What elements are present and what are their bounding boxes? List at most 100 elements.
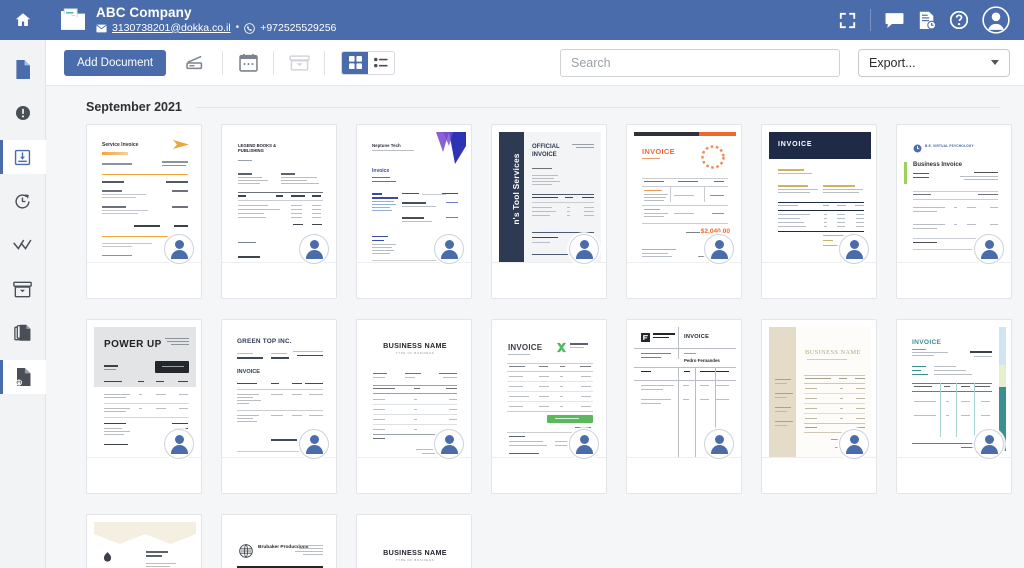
document-thumbnail: Brubaker Productions [229, 522, 331, 568]
company-contact: 3130738201@dokka.co.il • +972525529256 [96, 21, 336, 34]
doc-title: B.E. VIRTUAL PSYCHOLOGY [925, 144, 974, 148]
card-footer [627, 262, 741, 298]
toolbar-divider-1 [222, 50, 224, 75]
doc-title: Service Invoice [102, 142, 139, 148]
avatar [974, 234, 1004, 264]
sidebar-item-home[interactable] [0, 0, 46, 40]
archive-button[interactable] [282, 48, 316, 78]
contact-separator: • [235, 21, 240, 33]
doc-subtitle: Business Invoice [913, 162, 963, 168]
doc-title: Neptune Tech [372, 143, 401, 148]
doc-logo-icon [701, 145, 725, 169]
card-footer [87, 262, 201, 298]
document-card[interactable]: BUSINESS NAME TYPE OF BUSINESS [356, 514, 472, 568]
header-divider [870, 9, 871, 31]
export-label: Export... [869, 55, 916, 70]
document-card[interactable]: BUSINESS NAME TYPE OF BUSINESS [356, 319, 472, 494]
sidebar-item-copies[interactable] [0, 316, 46, 350]
doc-title: INVOICE [912, 339, 942, 346]
sidebar-item-locked-documents[interactable] [0, 360, 46, 394]
documents-grid: Service Invoice LEGEND BOOKS & PUBLISHIN… [70, 124, 1012, 568]
doc-title: INVOICE [508, 343, 543, 352]
group-label: September 2021 [86, 100, 182, 114]
export-dropdown[interactable]: Export... [858, 48, 1010, 77]
doc-logo-icon [641, 333, 650, 342]
doc-title: INVOICE [778, 141, 813, 148]
document-card[interactable]: LEGEND BOOKS & PUBLISHING [221, 124, 337, 299]
activity-log-icon[interactable] [918, 11, 936, 30]
card-footer [492, 457, 606, 493]
doc-title: GREEN TOP INC. [237, 338, 292, 345]
document-card[interactable]: INVOICE [491, 319, 607, 494]
document-card[interactable]: INVOICE [896, 319, 1012, 494]
whatsapp-icon [244, 22, 255, 34]
document-card[interactable]: n's Tool Services OFFICIAL INVOICE [491, 124, 607, 299]
doc-title: INVOICE [684, 334, 710, 340]
document-card[interactable]: INVOICE Pedro Fernandes [626, 319, 742, 494]
avatar [164, 234, 194, 264]
document-card[interactable]: B.E. VIRTUAL PSYCHOLOGY Business Invoice [896, 124, 1012, 299]
document-card[interactable]: INVOICE [761, 124, 877, 299]
doc-heading-2: INVOICE [532, 152, 557, 158]
sidebar-item-archive[interactable] [0, 272, 46, 306]
help-icon[interactable] [950, 11, 968, 29]
document-card[interactable]: Neptune Tech Invoice [356, 124, 472, 299]
card-footer [87, 457, 201, 493]
double-check-icon [12, 239, 31, 250]
document-card[interactable]: Brubaker Productions [221, 514, 337, 568]
search-input[interactable] [560, 48, 840, 77]
avatar [704, 429, 734, 459]
doc-recipient: Pedro Fernandes [684, 358, 720, 363]
document-lock-icon [15, 368, 30, 386]
alert-circle-icon [15, 106, 30, 120]
doc-subtitle: Invoice [372, 168, 390, 174]
card-footer [762, 262, 876, 298]
doc-title: BUSINESS NAME [383, 341, 447, 350]
user-avatar-icon[interactable] [982, 6, 1010, 34]
document-card[interactable]: INVOICE [86, 514, 202, 568]
calendar-button[interactable] [231, 48, 265, 78]
avatar [434, 234, 464, 264]
card-footer [357, 262, 471, 298]
avatar [704, 234, 734, 264]
card-footer [897, 262, 1011, 298]
documents-content-pane: September 2021 Service Invoice LEGEND BO… [46, 86, 1024, 568]
doc-title: BUSINESS NAME [805, 349, 861, 356]
top-header-bar: ABC Company 3130738201@dokka.co.il • +97… [46, 0, 1024, 40]
doc-logo-icon [556, 342, 567, 353]
grid-view-icon [348, 56, 362, 69]
document-card[interactable]: POWER UP [86, 319, 202, 494]
document-card[interactable]: GREEN TOP INC. INVOICE [221, 319, 337, 494]
avatar [164, 429, 194, 459]
scanner-button[interactable] [180, 48, 214, 78]
archive-tray-icon [288, 54, 310, 71]
document-card[interactable]: Service Invoice [86, 124, 202, 299]
chevron-down-icon [991, 60, 999, 65]
document-card[interactable]: INVOICE [626, 124, 742, 299]
card-footer [762, 457, 876, 493]
clock-refresh-icon [15, 193, 30, 209]
company-email[interactable]: 3130738201@dokka.co.il [112, 22, 231, 34]
scanner-icon [186, 55, 203, 69]
sidebar-item-approved[interactable] [0, 228, 46, 262]
avatar [839, 429, 869, 459]
list-view-icon [374, 57, 388, 67]
fullscreen-icon[interactable] [839, 12, 856, 29]
add-document-button[interactable]: Add Document [64, 49, 167, 76]
sidebar-item-inbox[interactable] [0, 140, 46, 174]
sidebar-item-pending[interactable] [0, 184, 46, 218]
document-card[interactable]: BUSINESS NAME [761, 319, 877, 494]
list-view-button[interactable] [368, 51, 395, 74]
avatar [569, 234, 599, 264]
card-footer [222, 262, 336, 298]
card-footer [627, 457, 741, 493]
avatar [434, 429, 464, 459]
grid-view-button[interactable] [342, 51, 369, 74]
chat-icon[interactable] [885, 12, 904, 29]
sidebar-item-exceptions[interactable] [0, 96, 46, 130]
card-footer [897, 457, 1011, 493]
sidebar-item-documents[interactable] [0, 52, 46, 86]
doc-subtitle: TYPE OF BUSINESS [395, 558, 435, 562]
document-icon [16, 59, 30, 79]
group-rule [195, 106, 1000, 108]
